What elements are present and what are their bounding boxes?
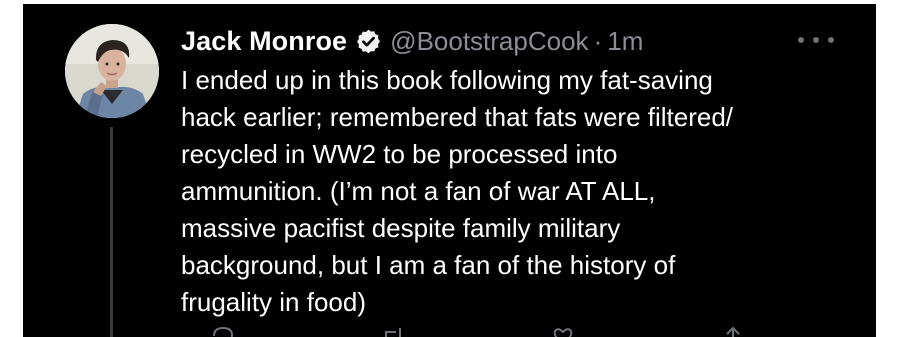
tweet-text-line: ammunition. (I’m not a fan of war AT ALL…: [181, 176, 656, 206]
more-options-icon: [798, 37, 804, 43]
more-options-icon-dot: [813, 37, 819, 43]
tweet-text-line: massive pacifist despite family military: [181, 213, 621, 243]
display-name[interactable]: Jack Monroe: [181, 26, 347, 57]
thread-line: [110, 127, 113, 337]
avatar[interactable]: [65, 24, 159, 118]
more-options-button[interactable]: [798, 28, 834, 52]
tweet-card[interactable]: Jack Monroe @BootstrapCook · 1m I ended …: [23, 4, 876, 337]
separator-dot: ·: [593, 25, 603, 56]
action-bar: [181, 326, 821, 337]
more-options-icon-dot: [828, 37, 834, 43]
like-icon[interactable]: [551, 326, 575, 337]
tweet-text-line: frugality in food): [181, 287, 366, 317]
tweet-header: Jack Monroe @BootstrapCook · 1m: [181, 21, 643, 61]
verified-badge-icon: [355, 28, 382, 55]
tweet-text-line: recycled in WW2 to be processed into: [181, 139, 618, 169]
user-handle[interactable]: @BootstrapCook: [390, 26, 588, 57]
timestamp[interactable]: 1m: [607, 26, 643, 57]
share-icon[interactable]: [721, 326, 745, 337]
reply-icon[interactable]: [211, 326, 235, 337]
retweet-icon[interactable]: [381, 326, 405, 337]
tweet-text-line: background, but I am a fan of the histor…: [181, 250, 676, 280]
tweet-text-line: hack earlier; remembered that fats were …: [181, 102, 734, 132]
tweet-text: I ended up in this book following my fat…: [181, 62, 841, 321]
tweet-text-line: I ended up in this book following my fat…: [181, 65, 713, 95]
